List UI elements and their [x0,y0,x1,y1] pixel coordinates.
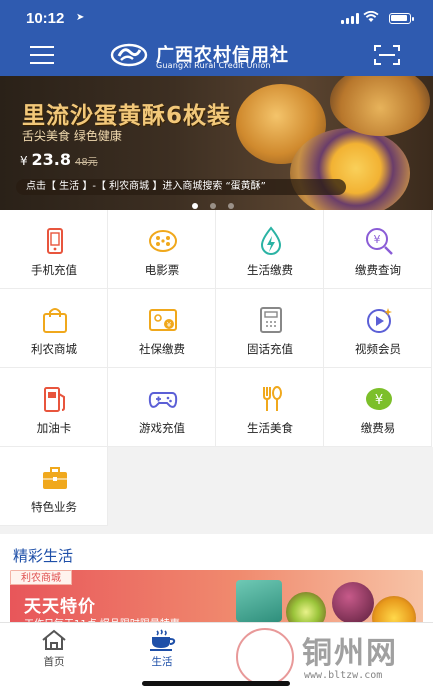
service-label: 利农商城 [31,342,77,356]
pastry-image [290,128,410,210]
service-label: 生活美食 [247,421,293,435]
social-security-card-icon: ¥ [149,309,177,331]
tab-label: 首页 [43,656,65,668]
gamepad-icon [148,392,178,408]
service-label: 缴费查询 [355,263,401,277]
service-label: 视频会员 [355,342,401,356]
watermark-url: www.bltzw.com [304,670,383,681]
service-film-reel[interactable]: 电影票 [108,210,216,289]
service-water-drop-bolt[interactable]: 生活缴费 [216,210,324,289]
hamburger-icon[interactable] [30,46,54,64]
home-icon [42,629,66,650]
banner-tip: 点击【 生活 】-【 利农商城 】进入商城搜索 “蛋黄酥” [16,179,346,195]
service-label: 固话充值 [247,342,293,356]
price-symbol: ¥ [20,154,28,168]
price-value: 23.8 [31,150,71,169]
pastry-image [330,76,430,136]
svg-text:¥: ¥ [374,233,381,246]
briefcase-icon [43,467,67,489]
top-header: 10:12 ➤ 广西农村信用社 GuangXi Rural Credit Uni… [0,0,433,76]
carousel-dot[interactable] [228,203,234,209]
service-label: 手机充值 [31,263,77,277]
shopping-bag-icon [43,308,67,333]
yen-coin-icon: ¥ [366,388,392,410]
old-price: 48元 [74,157,98,168]
service-label: 生活缴费 [247,263,293,277]
fork-spoon-icon [263,386,282,411]
service-landline-phone[interactable]: 固话充值 [216,289,324,368]
location-icon: ➤ [76,12,85,23]
service-shopping-bag[interactable]: 利农商城 [0,289,108,368]
service-fuel-pump[interactable]: 加油卡 [0,368,108,447]
scan-icon[interactable] [374,44,400,66]
carousel-dot[interactable] [192,203,198,209]
service-phone-recharge[interactable]: 手机充值 [0,210,108,289]
service-label: 社保缴费 [139,342,185,356]
watermark-text: 铜州网 [302,636,398,671]
credit-union-logo-icon [110,43,148,67]
service-social-security-card[interactable]: ¥ 社保缴费 [108,289,216,368]
status-bar: 10:12 ➤ [0,0,433,36]
phone-recharge-icon [47,228,63,254]
special-offer-banner[interactable]: 利农商城 天天特价 工作日每天11点 爆品限时限量特惠 [10,570,423,630]
brand-logo: 广西农村信用社 GuangXi Rural Credit Union [110,40,330,70]
landline-phone-icon [260,307,282,333]
yen-search-icon: ¥ [366,228,393,255]
tab-home[interactable]: 首页 [0,623,108,671]
service-video-play[interactable]: 视频会员 [324,289,432,368]
service-label: 游戏充值 [139,421,185,435]
banner-title: 里流沙蛋黄酥6枚装 [22,103,232,129]
gift-box-image [236,580,282,622]
carousel-dots [192,194,246,209]
home-indicator[interactable] [142,681,290,686]
status-time: 10:12 [26,10,65,27]
promo-banner[interactable]: 里流沙蛋黄酥6枚装 舌尖美食 绿色健康 ¥ 23.8 48元 点击【 生活 】-【… [0,76,433,210]
tab-life[interactable]: 生活 [108,623,216,671]
banner-subtitle: 舌尖美食 绿色健康 [22,129,122,143]
banner-price: ¥ 23.8 48元 [20,150,98,169]
svg-text:¥: ¥ [167,321,172,329]
wifi-icon [363,10,379,27]
coffee-cup-icon [150,629,176,651]
mall-tag: 利农商城 [10,570,72,585]
service-yen-search[interactable]: ¥ 缴费查询 [324,210,432,289]
life-section: 精彩生活 利农商城 天天特价 工作日每天11点 爆品限时限量特惠 [0,534,433,630]
carousel-dot[interactable] [210,203,216,209]
watermark-seal [236,628,294,686]
service-label: 特色业务 [31,500,77,514]
signal-icon [341,13,359,24]
service-briefcase[interactable]: 特色业务 [0,447,108,526]
promo-title: 天天特价 [24,597,96,617]
section-title: 精彩生活 [13,547,74,565]
service-grid: 手机充值 电影票 生活缴费 ¥ 缴费查询利农商城 ¥ 社保缴费 固话充值 视频会员加油卡 游戏充值… [0,210,433,526]
service-label: 缴费易 [360,421,396,435]
tab-label: 生活 [151,656,173,668]
video-play-icon [367,308,392,333]
fuel-pump-icon [44,387,65,412]
brand-name-en: GuangXi Rural Credit Union [156,61,271,70]
grid-empty-area [108,447,433,526]
film-reel-icon [149,230,177,252]
passion-fruit-image [332,582,374,624]
water-drop-bolt-icon [260,226,282,255]
service-fork-spoon[interactable]: 生活美食 [216,368,324,447]
service-yen-coin[interactable]: ¥ 缴费易 [324,368,432,447]
battery-icon [389,13,414,24]
service-label: 电影票 [144,263,180,277]
svg-text:¥: ¥ [375,393,383,408]
service-gamepad[interactable]: 游戏充值 [108,368,216,447]
service-label: 加油卡 [36,421,72,435]
app-screen: 10:12 ➤ 广西农村信用社 GuangXi Rural Credit Uni… [0,0,433,693]
